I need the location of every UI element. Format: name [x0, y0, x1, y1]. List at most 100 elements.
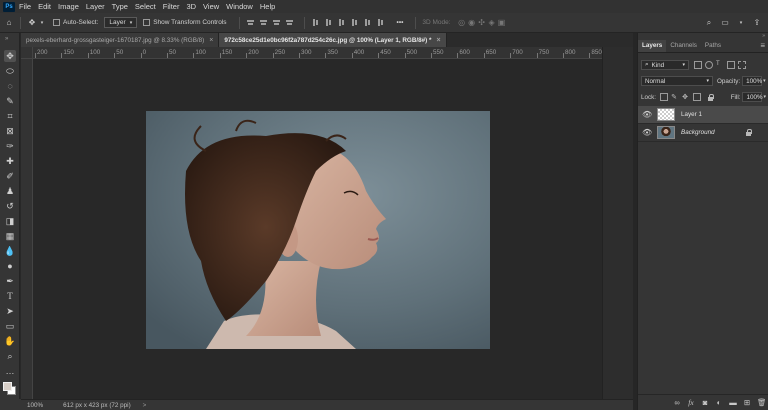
align-top-icon[interactable] — [285, 18, 294, 27]
path-selection-tool-icon[interactable]: ➤ — [4, 305, 16, 317]
mask-icon[interactable]: ◙ — [701, 398, 709, 407]
lasso-tool-icon[interactable]: ◌ — [4, 80, 16, 92]
align-center-icon[interactable] — [259, 18, 268, 27]
tab-channels[interactable]: Channels — [666, 40, 701, 52]
layer-row-background[interactable]: 👁 Background — [638, 124, 768, 142]
brush-tool-icon[interactable]: ✐ — [4, 170, 16, 182]
auto-select-target-dropdown[interactable]: Layer ▾ — [104, 17, 138, 28]
gradient-tool-icon[interactable]: ▦ — [4, 230, 16, 242]
filter-smart-object-icon[interactable] — [738, 61, 746, 69]
move-tool-icon[interactable]: ✥ — [27, 18, 37, 28]
menu-image[interactable]: Image — [58, 2, 79, 11]
blend-mode-dropdown[interactable]: Normal ▾ — [641, 76, 713, 86]
chevron-down-icon[interactable]: ▾ — [37, 18, 47, 28]
opacity-input[interactable]: 100% — [742, 76, 762, 86]
group-icon[interactable]: ▬ — [729, 398, 737, 407]
menu-filter[interactable]: Filter — [163, 2, 180, 11]
canvas-scroll-area[interactable] — [602, 47, 633, 399]
fill-input[interactable]: 100% — [742, 92, 763, 102]
3d-slide-icon[interactable]: ◈ — [487, 18, 497, 28]
3d-rotate-icon[interactable]: ◎ — [457, 18, 467, 28]
workspace-icon[interactable]: ▭ — [720, 18, 730, 28]
3d-roll-icon[interactable]: ◉ — [467, 18, 477, 28]
home-icon[interactable]: ⌂ — [4, 18, 14, 28]
close-icon[interactable]: × — [436, 37, 440, 44]
zoom-tool-icon[interactable]: ⌕ — [4, 350, 16, 362]
document-tab-2[interactable]: 972c58ce25d1e0bc96f2a787d254c26c.jpg @ 1… — [219, 33, 447, 47]
document-info[interactable]: 612 px x 423 px (72 ppi) — [63, 402, 131, 409]
filter-shape-icon[interactable] — [727, 61, 735, 69]
eyedropper-tool-icon[interactable]: ✑ — [4, 140, 16, 152]
more-options-button[interactable]: ••• — [397, 19, 404, 26]
eye-icon[interactable]: 👁 — [642, 110, 652, 119]
canvas-image[interactable] — [146, 111, 490, 349]
align-left-icon[interactable] — [246, 18, 255, 27]
horizontal-ruler[interactable]: 200 150 100 50 0 50 100 150 200 250 300 350 400 450 50… — [33, 47, 602, 59]
3d-scale-icon[interactable]: ▣ — [497, 18, 507, 28]
distribute-right-icon[interactable] — [337, 18, 346, 27]
3d-pan-icon[interactable]: ✣ — [477, 18, 487, 28]
healing-brush-tool-icon[interactable]: ✚ — [4, 155, 16, 167]
vertical-ruler[interactable] — [21, 59, 33, 399]
pen-tool-icon[interactable]: ✒ — [4, 275, 16, 287]
distribute-middle-icon[interactable] — [363, 18, 372, 27]
auto-select-checkbox[interactable]: Auto-Select: — [53, 19, 98, 26]
move-tool-icon[interactable]: ✥ — [4, 50, 16, 62]
dodge-tool-icon[interactable]: ● — [4, 260, 16, 272]
type-tool-icon[interactable]: T — [4, 290, 16, 302]
marquee-tool-icon[interactable]: ⬭ — [4, 65, 16, 77]
trash-icon[interactable]: 🗑 — [757, 398, 767, 407]
lock-all-icon[interactable] — [707, 93, 715, 101]
lock-image-icon[interactable]: ✎ — [671, 93, 679, 101]
adjustment-icon[interactable]: ◐ — [715, 398, 723, 407]
rectangle-tool-icon[interactable]: ▭ — [4, 320, 16, 332]
menu-help[interactable]: Help — [260, 2, 275, 11]
menu-type[interactable]: Type — [112, 2, 128, 11]
panel-menu-icon[interactable]: ≡ — [760, 41, 765, 50]
filter-pixel-icon[interactable] — [694, 61, 702, 69]
lock-artboard-icon[interactable] — [693, 93, 702, 101]
hand-tool-icon[interactable]: ✋ — [4, 335, 16, 347]
search-icon[interactable]: ⌕ — [704, 18, 714, 28]
foreground-color-swatch[interactable] — [3, 382, 12, 391]
document-tab-1[interactable]: pexels-eberhard-grossgasteiger-1670187.j… — [21, 33, 220, 47]
eraser-tool-icon[interactable]: ◨ — [4, 215, 16, 227]
tab-paths[interactable]: Paths — [701, 40, 725, 52]
kind-filter-dropdown[interactable]: ⌕ Kind ▾ — [641, 60, 689, 70]
menu-view[interactable]: View — [203, 2, 219, 11]
distribute-center-icon[interactable] — [324, 18, 333, 27]
status-menu-arrow-icon[interactable]: > — [143, 402, 147, 409]
distribute-bottom-icon[interactable] — [376, 18, 385, 27]
chevron-down-icon[interactable]: ▾ — [763, 94, 766, 100]
eye-icon[interactable]: 👁 — [642, 128, 652, 137]
lock-transparent-icon[interactable] — [660, 93, 669, 101]
menu-file[interactable]: File — [19, 2, 31, 11]
share-icon[interactable]: ⇪ — [752, 18, 762, 28]
link-icon[interactable]: ∞ — [673, 398, 681, 407]
close-icon[interactable]: × — [209, 37, 213, 44]
distribute-left-icon[interactable] — [311, 18, 320, 27]
menu-window[interactable]: Window — [226, 2, 253, 11]
clone-stamp-tool-icon[interactable]: ♟ — [4, 185, 16, 197]
filter-adjustment-icon[interactable] — [705, 61, 713, 69]
filter-type-icon[interactable]: T — [716, 61, 724, 69]
menu-edit[interactable]: Edit — [38, 2, 51, 11]
menu-layer[interactable]: Layer — [86, 2, 105, 11]
menu-3d[interactable]: 3D — [186, 2, 196, 11]
blur-tool-icon[interactable]: 💧 — [4, 245, 16, 257]
show-transform-checkbox[interactable]: Show Transform Controls — [143, 19, 227, 26]
new-layer-icon[interactable]: ⊞ — [743, 398, 751, 407]
zoom-level[interactable]: 100% — [27, 402, 43, 409]
menu-select[interactable]: Select — [135, 2, 156, 11]
align-right-icon[interactable] — [272, 18, 281, 27]
quick-select-tool-icon[interactable]: ✎ — [4, 95, 16, 107]
layer-row-layer-1[interactable]: 👁 Layer 1 — [638, 106, 768, 124]
more-tools-icon[interactable]: … — [4, 365, 16, 377]
chevron-down-icon[interactable]: ▾ — [736, 18, 746, 28]
history-brush-tool-icon[interactable]: ↺ — [4, 200, 16, 212]
collapse-icon[interactable]: » — [5, 36, 8, 42]
chevron-down-icon[interactable]: ▾ — [763, 78, 766, 84]
distribute-top-icon[interactable] — [350, 18, 359, 27]
lock-position-icon[interactable]: ✥ — [682, 93, 690, 101]
frame-tool-icon[interactable]: ⊠ — [4, 125, 16, 137]
